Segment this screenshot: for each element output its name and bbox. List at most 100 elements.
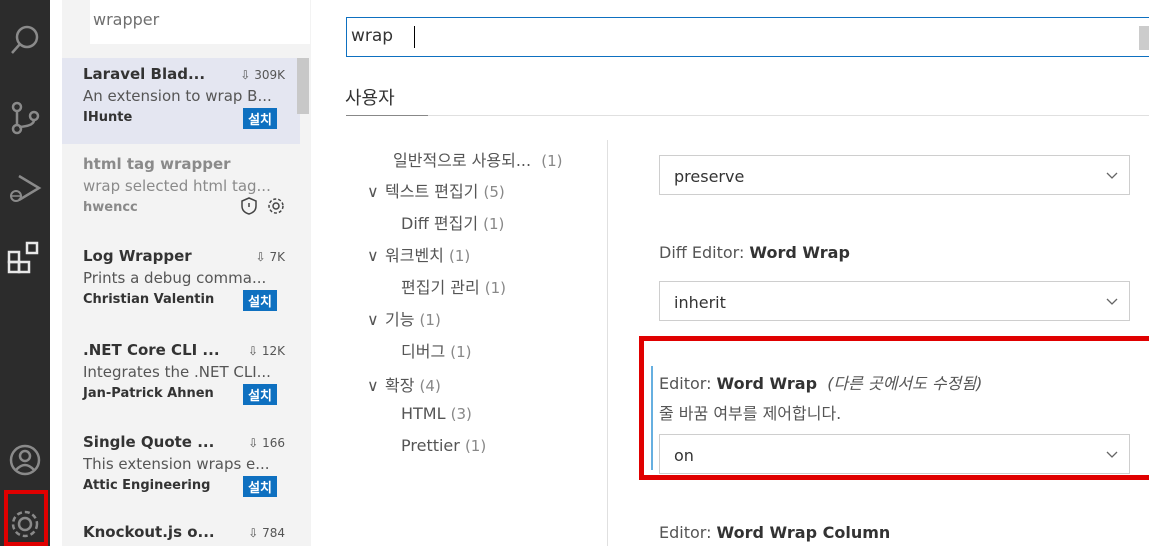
toc-label: Prettier bbox=[401, 436, 460, 455]
setting-category: Diff Editor: bbox=[659, 243, 750, 262]
toc-count: (1) bbox=[483, 215, 505, 233]
chevron-down-icon bbox=[1106, 298, 1118, 305]
word-wrap-highlight-box bbox=[639, 336, 1149, 480]
source-control-icon[interactable] bbox=[7, 100, 43, 136]
extension-description: Integrates the .NET CLI... bbox=[83, 363, 271, 381]
tab-user-underline bbox=[346, 115, 428, 116]
diff-word-wrap-select[interactable]: inherit bbox=[659, 281, 1130, 321]
install-button[interactable]: 설치 bbox=[243, 108, 277, 129]
gear-icon[interactable] bbox=[267, 197, 285, 219]
toc-item-text-editor[interactable]: ∨ 텍스트 편집기 (5) bbox=[367, 178, 505, 202]
toc-divider bbox=[607, 140, 608, 546]
setting-name: Word Wrap Column bbox=[716, 523, 891, 542]
install-button[interactable]: 설치 bbox=[243, 290, 277, 311]
settings-search-input[interactable]: wrap bbox=[346, 17, 1149, 57]
download-count: ⇩ 12K bbox=[247, 344, 285, 358]
tab-user[interactable]: 사용자 bbox=[345, 84, 395, 110]
download-count-value: 784 bbox=[262, 526, 285, 540]
account-icon[interactable] bbox=[7, 442, 43, 478]
toc-count: (1) bbox=[419, 311, 441, 329]
word-wrap-column-title: Editor: Word Wrap Column bbox=[659, 523, 890, 542]
toc-item-prettier[interactable]: Prettier (1) bbox=[401, 436, 486, 455]
settings-search-value: wrap bbox=[351, 26, 394, 46]
manage-highlight-box bbox=[4, 490, 48, 546]
toc-count: (1) bbox=[484, 279, 507, 297]
preserve-select[interactable]: preserve bbox=[659, 155, 1130, 195]
chevron-down-icon: ∨ bbox=[367, 376, 379, 395]
toc-item-extensions[interactable]: ∨ 확장 (4) bbox=[367, 372, 441, 396]
toc-label: 워크벤치 bbox=[385, 246, 444, 265]
toc-item-editor-management[interactable]: 편집기 관리 (1) bbox=[401, 274, 506, 298]
toc-item-workbench[interactable]: ∨ 워크벤치 (1) bbox=[367, 242, 470, 266]
chevron-down-icon bbox=[1106, 172, 1118, 179]
search-icon[interactable] bbox=[7, 22, 43, 58]
extensions-icon[interactable] bbox=[7, 240, 43, 276]
extension-item[interactable]: .NET Core CLI ... ⇩ 12K Integrates the .… bbox=[62, 334, 300, 420]
toc-label: 일반적으로 사용되... bbox=[393, 151, 532, 170]
settings-editor: wrap 사용자 일반적으로 사용되... (1) ∨ 텍스트 편집기 (5) D… bbox=[325, 0, 1149, 546]
search-clear-button[interactable] bbox=[1139, 26, 1149, 50]
download-count-value: 309K bbox=[254, 68, 285, 82]
extensions-search-value: wrapper bbox=[93, 10, 160, 29]
extension-name: Laravel Blad... bbox=[83, 65, 206, 83]
chevron-down-icon: ∨ bbox=[367, 246, 379, 265]
tab-divider bbox=[428, 115, 1149, 116]
toc-label: Diff 편집기 bbox=[401, 214, 479, 233]
shield-icon[interactable] bbox=[240, 197, 258, 219]
diff-word-wrap-title: Diff Editor: Word Wrap bbox=[659, 243, 850, 262]
extension-item[interactable]: Knockout.js o... ⇩ 784 bbox=[62, 516, 300, 546]
chevron-down-icon: ∨ bbox=[367, 182, 379, 201]
setting-category: Editor: bbox=[659, 523, 717, 542]
toc-count: (1) bbox=[464, 437, 487, 455]
toc-item-debug[interactable]: 디버그 (1) bbox=[401, 338, 472, 362]
install-button[interactable]: 설치 bbox=[243, 384, 277, 405]
download-count-value: 7K bbox=[269, 250, 285, 264]
install-button[interactable]: 설치 bbox=[243, 476, 277, 497]
extension-publisher: hwencc bbox=[83, 200, 138, 215]
extension-item[interactable]: Log Wrapper ⇩ 7K Prints a debug comma...… bbox=[62, 240, 300, 326]
toc-label: 텍스트 편집기 bbox=[385, 182, 479, 201]
toc-count: (5) bbox=[483, 183, 505, 201]
vscode-window: wrapper Laravel Blad... ⇩ 309K An extens… bbox=[0, 0, 1149, 546]
download-count-value: 12K bbox=[261, 344, 285, 358]
extensions-scrollbar[interactable] bbox=[297, 58, 309, 114]
toc-item-diff-editor[interactable]: Diff 편집기 (1) bbox=[401, 210, 504, 234]
extension-item[interactable]: Single Quote ... ⇩ 166 This extension wr… bbox=[62, 426, 300, 512]
extension-description: This extension wraps e... bbox=[83, 455, 270, 473]
download-count-value: 166 bbox=[262, 436, 285, 450]
select-value: preserve bbox=[674, 167, 745, 186]
toc-label: 기능 bbox=[385, 310, 415, 329]
run-debug-icon[interactable] bbox=[7, 170, 43, 206]
extension-name: Single Quote ... bbox=[83, 433, 215, 451]
toc-count: (1) bbox=[541, 152, 563, 170]
extensions-search-input[interactable]: wrapper bbox=[90, 0, 310, 44]
toc-item-features[interactable]: ∨ 기능 (1) bbox=[367, 306, 441, 330]
extension-item[interactable]: html tag wrapper wrap selected html tag.… bbox=[62, 148, 300, 234]
extension-name: Log Wrapper bbox=[83, 247, 192, 265]
toc-count: (1) bbox=[448, 247, 471, 265]
toc-count: (1) bbox=[450, 343, 472, 361]
extension-description: Prints a debug comma... bbox=[83, 269, 267, 287]
toc-count: (4) bbox=[419, 377, 441, 395]
text-caret bbox=[414, 26, 415, 48]
extension-name: .NET Core CLI ... bbox=[83, 341, 220, 359]
extension-publisher: Christian Valentin bbox=[83, 292, 215, 307]
extension-item[interactable]: Laravel Blad... ⇩ 309K An extension to w… bbox=[62, 58, 300, 144]
toc-item-html[interactable]: HTML (3) bbox=[401, 404, 472, 423]
toc-label: HTML bbox=[401, 404, 446, 423]
download-count: ⇩ 7K bbox=[255, 250, 285, 264]
extension-publisher: IHunte bbox=[83, 110, 133, 125]
select-value: inherit bbox=[674, 293, 726, 312]
activity-bar bbox=[0, 0, 50, 546]
toc-label: 편집기 관리 bbox=[401, 278, 480, 297]
extension-name: html tag wrapper bbox=[83, 155, 231, 173]
toc-label: 확장 bbox=[385, 376, 415, 395]
extension-publisher: Attic Engineering bbox=[83, 478, 211, 493]
chevron-down-icon: ∨ bbox=[367, 310, 379, 329]
download-count: ⇩ 309K bbox=[240, 68, 285, 82]
extension-name: Knockout.js o... bbox=[83, 523, 215, 541]
extension-description: wrap selected html tag... bbox=[83, 177, 271, 195]
download-count: ⇩ 166 bbox=[248, 436, 285, 450]
toc-item-common[interactable]: 일반적으로 사용되... (1) bbox=[393, 147, 563, 171]
toc-label: 디버그 bbox=[401, 342, 446, 361]
